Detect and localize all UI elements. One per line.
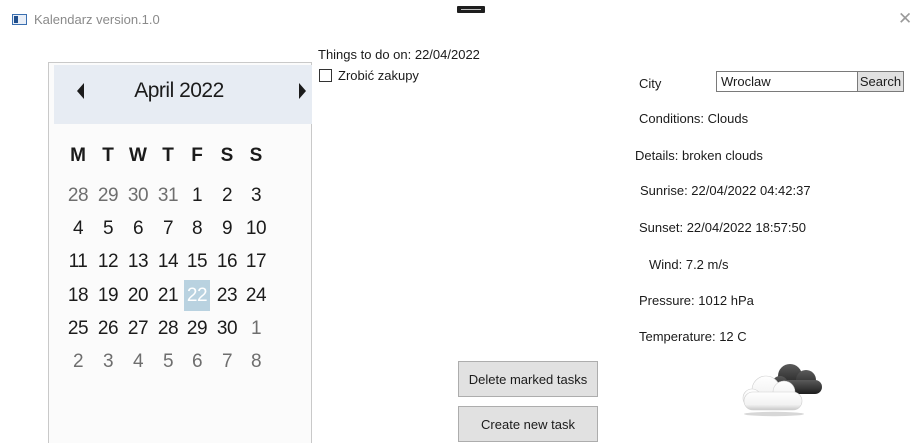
calendar-day[interactable]: 12 [95, 246, 121, 277]
calendar-day[interactable]: 15 [184, 246, 210, 277]
calendar: April 2022 M T W T F S S 28 29 30 31 1 2 3 4 5 6 7 8 9 10 11 1… [48, 62, 312, 443]
calendar-day-selected[interactable]: 22 [184, 280, 210, 311]
calendar-day[interactable]: 1 [184, 180, 210, 211]
calendar-day[interactable]: 21 [155, 280, 181, 311]
task-label: Zrobić zakupy [338, 67, 419, 83]
broken-clouds-icon [742, 364, 822, 417]
title-bar: Kalendarz version.1.0 ✕ [0, 0, 919, 40]
calendar-day[interactable]: 17 [243, 246, 269, 277]
calendar-day[interactable]: 30 [214, 313, 240, 344]
task-item[interactable]: Zrobić zakupy [319, 66, 419, 84]
sunset-text: Sunset: 22/04/2022 18:57:50 [639, 220, 806, 235]
weekday-header: T [102, 145, 114, 166]
window-title: Kalendarz version.1.0 [34, 12, 160, 27]
calendar-day[interactable]: 23 [214, 280, 240, 311]
calendar-day[interactable]: 4 [65, 213, 91, 244]
tasks-title: Things to do on: 22/04/2022 [318, 47, 480, 62]
calendar-day[interactable]: 4 [125, 346, 151, 377]
calendar-day[interactable]: 26 [95, 313, 121, 344]
month-title[interactable]: April 2022 [109, 79, 249, 103]
calendar-day[interactable]: 11 [65, 246, 91, 277]
calendar-day[interactable]: 28 [65, 180, 91, 211]
calendar-day[interactable]: 24 [243, 280, 269, 311]
conditions-text: Conditions: Clouds [639, 111, 749, 126]
city-input[interactable] [716, 71, 858, 92]
calendar-day[interactable]: 7 [155, 213, 181, 244]
calendar-day[interactable]: 18 [65, 280, 91, 311]
calendar-day[interactable]: 13 [125, 246, 151, 277]
sunrise-text: Sunrise: 22/04/2022 04:42:37 [640, 183, 811, 198]
calendar-day[interactable]: 28 [155, 313, 181, 344]
calendar-day[interactable]: 9 [214, 213, 240, 244]
calendar-day[interactable]: 14 [155, 246, 181, 277]
create-new-task-button[interactable]: Create new task [458, 406, 598, 442]
calendar-day[interactable]: 7 [214, 346, 240, 377]
calendar-day[interactable]: 31 [155, 180, 181, 211]
app-window-icon [12, 14, 27, 25]
drag-grip-icon[interactable] [457, 6, 485, 13]
calendar-day[interactable]: 3 [95, 346, 121, 377]
close-icon[interactable]: ✕ [898, 10, 912, 28]
calendar-day[interactable]: 2 [65, 346, 91, 377]
search-button[interactable]: Search [857, 71, 904, 92]
weekday-header: M [70, 145, 86, 166]
calendar-day[interactable]: 5 [155, 346, 181, 377]
calendar-day[interactable]: 19 [95, 280, 121, 311]
weekday-header: W [129, 145, 147, 166]
calendar-day[interactable]: 25 [65, 313, 91, 344]
calendar-day[interactable]: 30 [125, 180, 151, 211]
task-checkbox[interactable] [319, 68, 332, 82]
calendar-day[interactable]: 29 [184, 313, 210, 344]
calendar-day[interactable]: 20 [125, 280, 151, 311]
calendar-day[interactable]: 1 [243, 313, 269, 344]
calendar-day[interactable]: 29 [95, 180, 121, 211]
calendar-day[interactable]: 8 [243, 346, 269, 377]
previous-month-icon[interactable] [77, 83, 84, 99]
city-label: City [639, 76, 662, 91]
weekday-header: F [191, 145, 203, 166]
calendar-day[interactable]: 8 [184, 213, 210, 244]
pressure-text: Pressure: 1012 hPa [639, 293, 754, 308]
calendar-day[interactable]: 3 [243, 180, 269, 211]
calendar-day[interactable]: 10 [243, 213, 269, 244]
calendar-day[interactable]: 27 [125, 313, 151, 344]
weekday-header: S [249, 145, 263, 166]
wind-text: Wind: 7.2 m/s [649, 257, 729, 272]
calendar-day[interactable]: 6 [125, 213, 151, 244]
details-text: Details: broken clouds [635, 148, 763, 163]
weekday-header: S [220, 145, 234, 166]
calendar-day[interactable]: 6 [184, 346, 210, 377]
calendar-day[interactable]: 2 [214, 180, 240, 211]
weekday-header: T [162, 145, 174, 166]
delete-marked-tasks-button[interactable]: Delete marked tasks [458, 361, 598, 397]
next-month-icon[interactable] [299, 83, 306, 99]
temperature-text: Temperature: 12 C [639, 329, 747, 344]
calendar-day[interactable]: 16 [214, 246, 240, 277]
calendar-day[interactable]: 5 [95, 213, 121, 244]
